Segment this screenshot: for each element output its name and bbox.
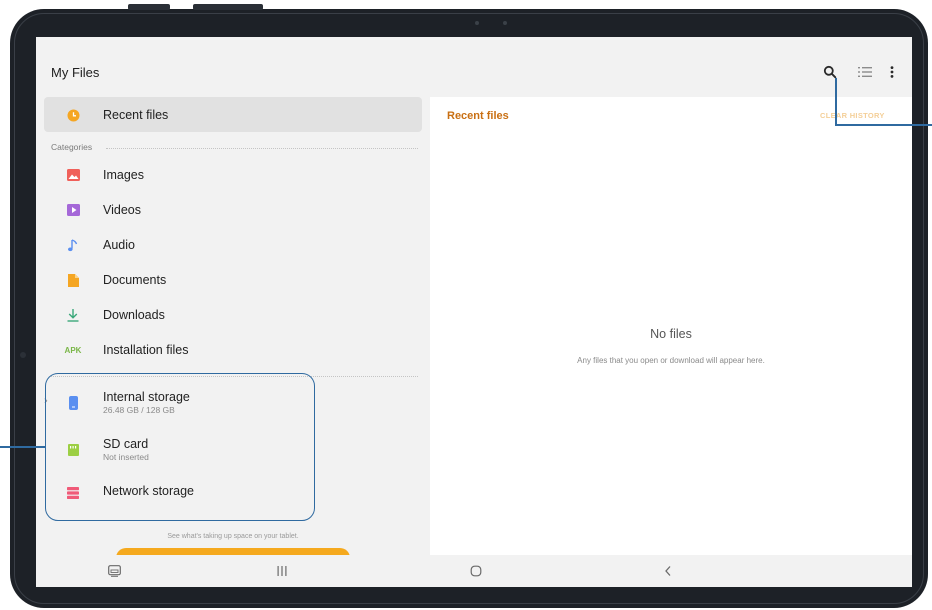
screenshot-icon[interactable] bbox=[105, 562, 123, 580]
storage-callout-line bbox=[0, 446, 46, 448]
categories-divider bbox=[106, 148, 418, 149]
sidebar-item-audio[interactable]: Audio bbox=[44, 227, 422, 262]
apk-icon: APK bbox=[61, 343, 85, 357]
panel-title: Recent files bbox=[447, 110, 509, 122]
download-icon bbox=[66, 308, 80, 322]
clock-icon bbox=[66, 108, 80, 122]
sidebar-item-label: Downloads bbox=[103, 308, 165, 322]
app-bar: My Files bbox=[36, 37, 912, 97]
more-options-icon[interactable] bbox=[881, 61, 903, 83]
sidebar-item-label: Recent files bbox=[103, 108, 169, 122]
home-icon[interactable] bbox=[467, 562, 485, 580]
image-icon bbox=[66, 168, 80, 182]
recent-apps-icon[interactable] bbox=[273, 562, 291, 580]
clear-history-button[interactable]: CLEAR HISTORY bbox=[820, 111, 885, 120]
sidebar-item-label: Installation files bbox=[103, 343, 189, 357]
device-frame: My Files Recent files Categories Images … bbox=[0, 0, 932, 610]
search-icon[interactable] bbox=[819, 61, 841, 83]
recent-files-panel: Recent files CLEAR HISTORY No files Any … bbox=[430, 97, 912, 555]
apk-icon-text: APK bbox=[64, 345, 82, 355]
search-callout-line-horizontal bbox=[835, 124, 932, 126]
sidebar-item-label: Documents bbox=[103, 273, 167, 287]
video-icon bbox=[66, 203, 80, 217]
side-sensor bbox=[20, 352, 26, 358]
app-title: My Files bbox=[51, 65, 100, 80]
empty-state-subtitle: Any files that you open or download will… bbox=[577, 356, 765, 365]
sidebar-item-installation-files[interactable]: APK Installation files bbox=[44, 332, 422, 367]
storage-callout-box bbox=[45, 373, 315, 521]
tablet-volume-button bbox=[128, 4, 170, 10]
music-icon bbox=[66, 238, 80, 252]
sidebar-item-label: Audio bbox=[103, 238, 135, 252]
back-icon[interactable] bbox=[659, 562, 677, 580]
tablet-power-button bbox=[193, 4, 263, 10]
navigation-bar bbox=[36, 555, 912, 587]
sidebar-item-label: Images bbox=[103, 168, 144, 182]
sidebar-item-images[interactable]: Images bbox=[44, 157, 422, 192]
sidebar-item-videos[interactable]: Videos bbox=[44, 192, 422, 227]
document-icon bbox=[66, 273, 80, 287]
front-camera bbox=[475, 21, 479, 25]
categories-label: Categories bbox=[51, 142, 93, 152]
sidebar-item-recent-files[interactable]: Recent files bbox=[44, 97, 422, 132]
sensor bbox=[503, 21, 507, 25]
list-view-icon[interactable] bbox=[854, 61, 876, 83]
empty-state-title: No files bbox=[650, 327, 692, 341]
sidebar-item-documents[interactable]: Documents bbox=[44, 262, 422, 297]
sidebar-item-label: Videos bbox=[103, 203, 141, 217]
storage-analysis-note: See what's taking up space on your table… bbox=[167, 533, 299, 540]
sidebar-item-downloads[interactable]: Downloads bbox=[44, 297, 422, 332]
search-callout-line-vertical bbox=[835, 78, 837, 126]
